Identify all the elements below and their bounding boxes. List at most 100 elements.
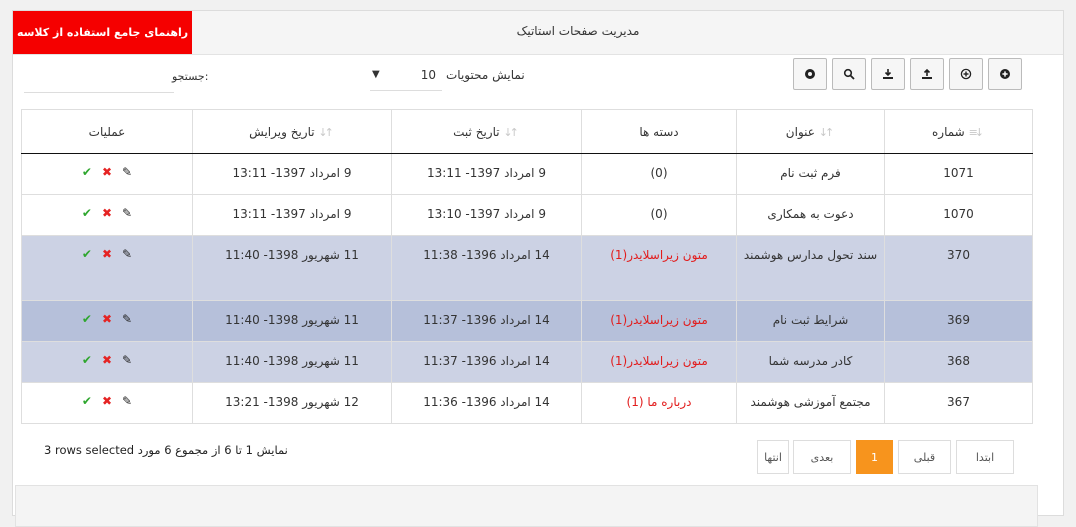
caret-down-icon: ▼ [372,69,380,80]
first-page-button[interactable]: ابتدا [956,440,1014,474]
page-length-select[interactable]: 10 ▼ [370,64,442,91]
cell-title: شرایط ثبت نام [736,300,885,342]
rows-selected-text: 3 rows selected [44,443,135,457]
panel-header: مدیریت صفحات استاتیک راهنمای جامع استفاد… [13,11,1063,55]
cell-title: دعوت به همکاری [736,194,885,236]
cell-id: 367 [884,382,1033,424]
col-header-created[interactable]: ↑↓ تاریخ ثبت [391,109,582,154]
cell-created: 14 امرداد 1396- 11:37 [391,341,582,383]
cell-title: مجتمع آموزشی هوشمند [736,382,885,424]
table-row[interactable]: 1070 دعوت به همکاری (0) 9 امرداد 1397- 1… [21,194,1033,236]
cell-actions: ✔ ✖ ✎ [21,235,193,301]
page-length-value: 10 [420,68,436,82]
cell-category[interactable]: درباره ما (1) [581,382,737,424]
cell-created: 9 امرداد 1397- 13:10 [391,194,582,236]
cell-title: کادر مدرسه شما [736,341,885,383]
plus-outline-icon [960,65,972,84]
cell-id: 368 [884,341,1033,383]
last-page-button[interactable]: انتها [757,440,789,474]
edit-icon[interactable]: ✎ [122,313,132,325]
cell-edited: 12 شهریور 1398- 13:21 [192,382,392,424]
cell-actions: ✔ ✖ ✎ [21,194,193,236]
check-icon[interactable]: ✔ [82,207,92,219]
col-header-actions: عملیات [21,109,193,154]
cell-id: 1070 [884,194,1033,236]
search-label: جستجو: [172,70,209,83]
cell-id: 1071 [884,153,1033,195]
add-outline-button[interactable] [949,58,983,90]
cell-created: 9 امرداد 1397- 13:11 [391,153,582,195]
cell-edited: 11 شهریور 1398- 11:40 [192,341,392,383]
page-length-label: نمایش محتویات [446,68,525,82]
sort-icon: ↑↓ [503,125,519,139]
col-header-id[interactable]: ↓≡ شماره [884,109,1033,154]
search-icon [843,65,855,84]
col-header-edited[interactable]: ↑↓ تاریخ ویرایش [192,109,392,154]
sort-icon: ↑↓ [818,125,835,139]
edit-icon[interactable]: ✎ [122,248,132,260]
cell-created: 14 امرداد 1396- 11:38 [391,235,582,301]
cell-created: 14 امرداد 1396- 11:37 [391,300,582,342]
table-row[interactable]: 368 کادر مدرسه شما متون زیراسلایدر(1) 14… [21,341,1033,383]
edit-icon[interactable]: ✎ [122,207,132,219]
import-icon [882,65,894,84]
cell-category: (0) [581,153,737,195]
records-info-text: نمایش 1 تا 6 از مجموع 6 مورد [137,443,288,457]
cell-category[interactable]: متون زیراسلایدر(1) [581,235,737,301]
guide-button[interactable]: راهنمای جامع استفاده از کلاسه [13,11,192,54]
delete-icon[interactable]: ✖ [102,207,112,219]
plus-circle-icon [999,65,1011,84]
delete-icon[interactable]: ✖ [102,248,112,260]
cell-id: 369 [884,300,1033,342]
cell-actions: ✔ ✖ ✎ [21,153,193,195]
check-icon[interactable]: ✔ [82,313,92,325]
cell-category: (0) [581,194,737,236]
delete-icon[interactable]: ✖ [102,395,112,407]
check-icon[interactable]: ✔ [82,354,92,366]
edit-icon[interactable]: ✎ [122,395,132,407]
delete-icon[interactable]: ✖ [102,354,112,366]
search-button[interactable] [832,58,866,90]
table-info: 3 rows selected نمایش 1 تا 6 از مجموع 6 … [44,443,288,457]
pages-table: ↓≡ شماره ↑↓ عنوان دسته ها ↑↓ تاریخ ثبت ↑… [21,109,1033,424]
import-button[interactable] [871,58,905,90]
cell-category[interactable]: متون زیراسلایدر(1) [581,341,737,383]
check-icon[interactable]: ✔ [82,248,92,260]
search-input[interactable] [24,64,174,93]
cell-title: فرم ثبت نام [736,153,885,195]
cell-actions: ✔ ✖ ✎ [21,382,193,424]
settings-icon [804,65,816,84]
delete-icon[interactable]: ✖ [102,313,112,325]
cell-created: 14 امرداد 1396- 11:36 [391,382,582,424]
check-icon[interactable]: ✔ [82,166,92,178]
sort-desc-icon: ↓≡ [968,125,985,139]
table-header-row: ↓≡ شماره ↑↓ عنوان دسته ها ↑↓ تاریخ ثبت ↑… [21,109,1033,154]
cell-category[interactable]: متون زیراسلایدر(1) [581,300,737,342]
table-row[interactable]: 1071 فرم ثبت نام (0) 9 امرداد 1397- 13:1… [21,153,1033,195]
col-header-title[interactable]: ↑↓ عنوان [736,109,885,154]
delete-icon[interactable]: ✖ [102,166,112,178]
cell-edited: 9 امرداد 1397- 13:11 [192,153,392,195]
edit-icon[interactable]: ✎ [122,354,132,366]
table-row[interactable]: 369 شرایط ثبت نام متون زیراسلایدر(1) 14 … [21,300,1033,342]
export-button[interactable] [910,58,944,90]
export-icon [921,65,933,84]
settings-button[interactable] [793,58,827,90]
table-row[interactable]: 370 سند تحول مدارس هوشمند متون زیراسلاید… [21,235,1033,301]
col-header-categories: دسته ها [581,109,737,154]
cell-edited: 9 امرداد 1397- 13:11 [192,194,392,236]
page-1-button[interactable]: 1 [856,440,893,474]
check-icon[interactable]: ✔ [82,395,92,407]
sort-icon: ↑↓ [318,125,334,139]
cell-edited: 11 شهریور 1398- 11:40 [192,300,392,342]
next-page-button[interactable]: بعدی [793,440,851,474]
add-button[interactable] [988,58,1022,90]
table-row[interactable]: 367 مجتمع آموزشی هوشمند درباره ما (1) 14… [21,382,1033,424]
edit-icon[interactable]: ✎ [122,166,132,178]
bottom-panel [15,485,1038,527]
prev-page-button[interactable]: قبلی [898,440,951,474]
cell-actions: ✔ ✖ ✎ [21,341,193,383]
cell-actions: ✔ ✖ ✎ [21,300,193,342]
cell-title: سند تحول مدارس هوشمند [736,235,885,301]
cell-id: 370 [884,235,1033,301]
